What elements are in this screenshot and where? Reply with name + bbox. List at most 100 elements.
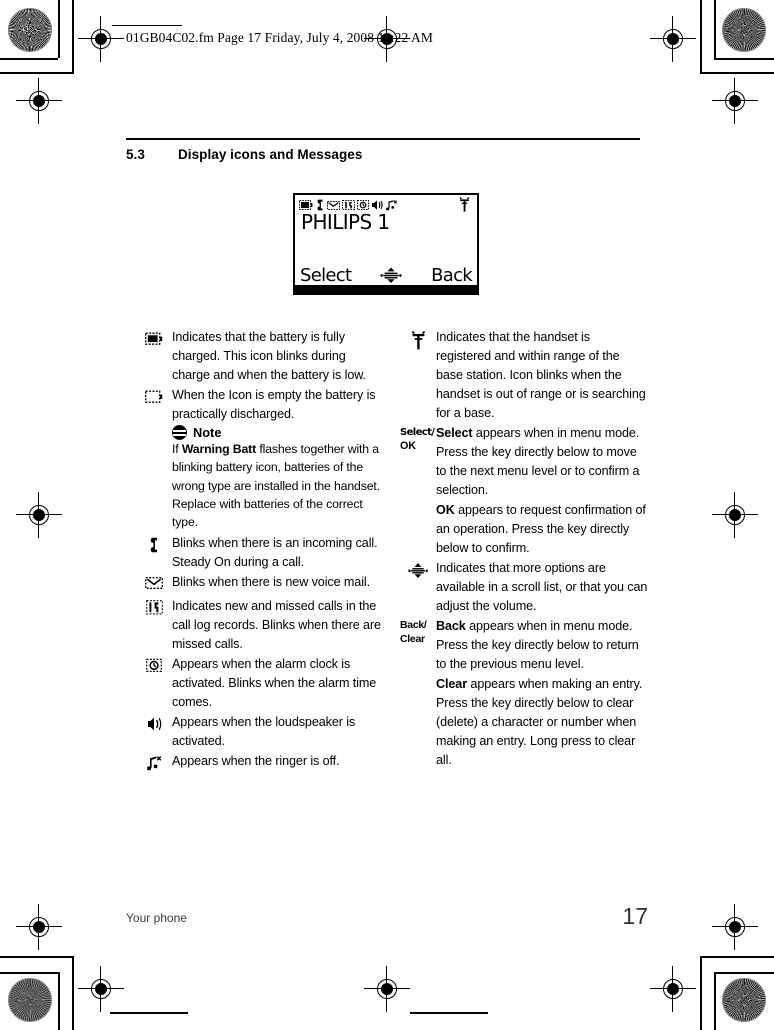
softkey-label-line2: Clear [400,632,425,645]
legend-row-text: Appears when the ringer is off. [172,754,340,769]
note-label: Note [193,425,222,440]
registration-mark-top-right [650,16,696,62]
crop-line-bottom-center-right [410,1012,488,1014]
legend-row: Indicates that the handset is registered… [400,328,648,423]
legend-row: Indicates that more options are availabl… [400,559,648,616]
legend-row: Back/ Clear Back appears when in menu mo… [400,617,648,674]
legend-row-text: Appears when the alarm clock is activate… [172,657,377,710]
note-icon [172,425,187,440]
lcd-status-icon-group [299,199,397,211]
lcd-title-text: PHILIPS 1 [301,210,390,234]
call-in-progress-icon [150,538,157,553]
row-icon-cell [136,655,172,678]
missed-call-icon [342,199,355,210]
legend-bold-term: Back [436,619,466,633]
scroll-updown-icon [408,563,428,578]
color-rosette-bottom-right [722,978,766,1022]
note-bold-term: Warning Batt [181,442,257,456]
softkey-label-back-clear: Back/ Clear [400,617,436,646]
lcd-softkey-left[interactable]: Select [300,267,352,285]
legend-row: Blinks when there is new voice mail. [136,573,384,596]
row-icon-cell [136,573,172,596]
alarm-clock-icon [146,659,162,673]
voicemail-icon [145,577,163,590]
registration-mark-right-upper [712,78,758,124]
crop-line-top-left-h [0,72,74,74]
section-title: Display icons and Messages [178,147,363,162]
icon-legend-right-column: Indicates that the handset is registered… [400,328,648,771]
crop-line-bottom-right-h2 [714,972,774,974]
legend-row-text: Back appears when in menu mode. Press th… [436,617,648,674]
legend-row-text: Indicates that more options are availabl… [436,561,648,613]
legend-bold-term: OK [436,503,455,517]
legend-row: Appears when the loudspeaker is activate… [136,713,384,751]
legend-row: Indicates new and missed calls in the ca… [136,597,384,654]
voicemail-icon [327,200,340,210]
row-icon-cell [136,597,172,620]
crop-line-top-right-h [700,72,774,74]
loudspeaker-icon [372,199,383,210]
registration-mark-left-lower [16,904,62,950]
legend-row-text: Blinks when there is new voice mail. [172,575,370,590]
crop-line-bottom-right-h [700,956,774,958]
row-icon-cell [400,328,436,351]
footer-page-number: 17 [622,903,648,929]
note-lead: If [172,442,182,456]
legend-row-text: Indicates that the battery is fully char… [172,330,366,382]
softkey-label-select-ok: Select/ OK [400,424,436,453]
row-icon-cell [136,534,172,557]
softkey-label-empty [400,501,436,503]
antenna-signal-icon [459,197,470,212]
footer-chapter: Your phone [126,911,187,925]
legend-bold-term: Clear [436,677,468,691]
crop-line-bottom-right-v [700,956,702,1030]
crop-line-top-right-h2 [714,58,774,60]
crop-line-bottom-center-left [110,1012,188,1014]
fm-header: 01GB04C02.fm Page 17 Friday, July 4, 200… [126,30,434,45]
crop-line-bottom-left-h2 [0,972,58,974]
crop-line-top-right-v2 [714,0,716,58]
legend-row: Indicates that the battery is fully char… [136,328,384,385]
registration-mark-bottom-center [364,966,410,1012]
crop-line-bottom-left-v [72,956,74,1030]
legend-row: Appears when the alarm clock is activate… [136,655,384,712]
crop-line-bottom-right-v2 [714,972,716,1030]
softkey-label-line1: Back/ [400,619,427,631]
legend-text-rest: appears when in menu mode. Press the key… [436,619,639,671]
legend-row-text: Indicates that the handset is registered… [436,330,646,420]
missed-call-icon [145,600,163,615]
softkey-label-line2: OK [400,439,416,452]
legend-row-text: Indicates new and missed calls in the ca… [172,599,381,652]
registration-mark-bottom-left [78,966,124,1012]
legend-row: Clear appears when making an entry. Pres… [400,675,648,770]
softkey-label-empty [400,675,436,677]
color-rosette-bottom-left [8,978,52,1022]
legend-row: When the Icon is empty the battery is pr… [136,386,384,424]
lcd-softkey-right[interactable]: Back [431,267,473,285]
page-title: 5.3 Display icons and Messages [126,147,362,162]
battery-full-icon [299,199,313,210]
legend-row: OK appears to request confirmation of an… [400,501,648,558]
loudspeaker-icon [147,718,161,731]
color-rosette-top-right [722,8,766,52]
battery-empty-icon [144,390,162,403]
legend-row-text: When the Icon is empty the battery is pr… [172,388,376,421]
legend-row-text: Blinks when there is an incoming call. S… [172,536,378,570]
icon-legend-left-column: Indicates that the battery is fully char… [136,328,384,776]
softkey-label-line1: Select/ [400,427,435,438]
crop-line-top-left-v [72,0,74,74]
note-heading: Note [172,425,384,440]
registration-mark-right-lower [712,904,758,950]
section-number: 5.3 [126,147,145,162]
ringer-off-icon [147,756,162,771]
battery-full-icon [144,332,162,345]
lcd-softkey-row: Select Back [295,263,477,285]
ringer-off-icon [386,199,397,210]
row-icon-cell [400,559,436,582]
legend-row: Select/ OK Select appears when in menu m… [400,424,648,500]
note-block: Note If Warning Batt flashes together wi… [172,425,384,531]
legend-text-rest: appears when making an entry. Press the … [436,677,643,767]
scroll-updown-icon [380,267,402,283]
crop-line-bottom-left-v2 [58,972,60,1030]
antenna-signal-icon [411,331,425,350]
